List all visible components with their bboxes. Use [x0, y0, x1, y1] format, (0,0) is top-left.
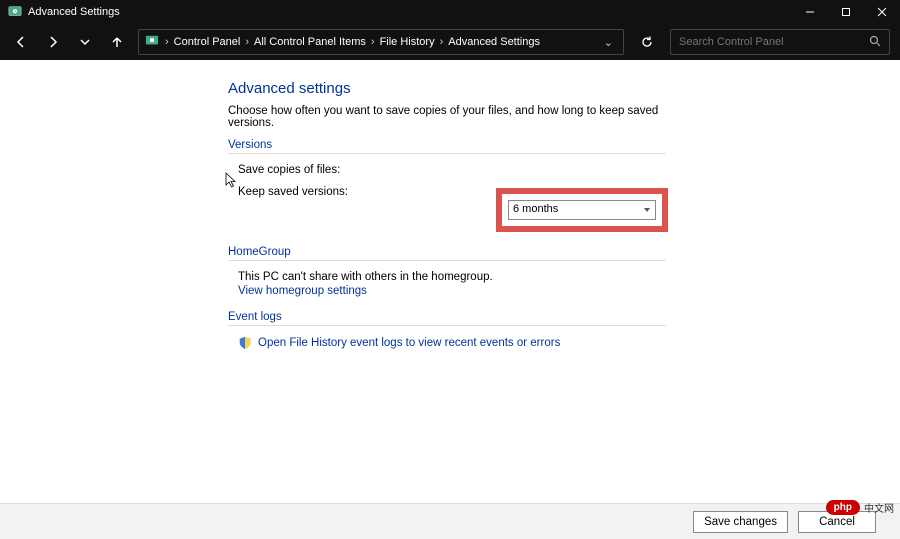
forward-button[interactable]: [42, 31, 64, 53]
back-button[interactable]: [10, 31, 32, 53]
page-heading: Advanced settings: [228, 80, 666, 97]
minimize-button[interactable]: [792, 0, 828, 24]
app-icon: [8, 5, 22, 19]
refresh-button[interactable]: [634, 29, 660, 55]
watermark: php 中文网: [826, 500, 894, 515]
shield-icon: [238, 336, 252, 350]
breadcrumb-file-history[interactable]: File History: [377, 36, 438, 48]
chevron-right-icon: ›: [369, 36, 377, 48]
section-eventlogs-label: Event logs: [228, 311, 666, 323]
watermark-badge: php: [826, 500, 860, 515]
search-input[interactable]: [679, 36, 869, 48]
view-homegroup-settings-link[interactable]: View homegroup settings: [238, 285, 666, 297]
maximize-button[interactable]: [828, 0, 864, 24]
chevron-right-icon: ›: [438, 36, 446, 48]
location-icon: [145, 34, 159, 51]
highlighted-dropdown-area: 6 months: [496, 188, 668, 232]
content-area: Advanced settings Choose how often you w…: [0, 60, 900, 503]
chevron-right-icon: ›: [243, 36, 251, 48]
navbar: › Control Panel › All Control Panel Item…: [0, 24, 900, 60]
breadcrumb-all-items[interactable]: All Control Panel Items: [251, 36, 369, 48]
homegroup-text: This PC can't share with others in the h…: [238, 271, 666, 283]
section-homegroup-label: HomeGroup: [228, 246, 666, 258]
page-description: Choose how often you want to save copies…: [228, 105, 666, 129]
divider: [228, 325, 666, 326]
footer: Save changes Cancel: [0, 503, 900, 539]
titlebar: Advanced Settings: [0, 0, 900, 24]
save-copies-label: Save copies of files:: [238, 164, 496, 176]
keep-versions-value: 6 months: [513, 203, 558, 215]
breadcrumb-control-panel[interactable]: Control Panel: [171, 36, 244, 48]
breadcrumb-advanced-settings[interactable]: Advanced Settings: [445, 36, 543, 48]
address-bar[interactable]: › Control Panel › All Control Panel Item…: [138, 29, 624, 55]
divider: [228, 260, 666, 261]
chevron-down-icon[interactable]: ⌄: [598, 36, 619, 49]
window-title: Advanced Settings: [28, 6, 120, 18]
history-dropdown-button[interactable]: [74, 31, 96, 53]
keep-versions-label: Keep saved versions:: [238, 186, 496, 198]
divider: [228, 153, 666, 154]
search-icon[interactable]: [869, 35, 881, 50]
keep-versions-select[interactable]: 6 months: [508, 200, 656, 220]
open-event-logs-link[interactable]: Open File History event logs to view rec…: [258, 337, 560, 349]
close-button[interactable]: [864, 0, 900, 24]
section-versions-label: Versions: [228, 139, 666, 151]
save-button[interactable]: Save changes: [693, 511, 788, 533]
watermark-text: 中文网: [864, 500, 894, 515]
up-button[interactable]: [106, 31, 128, 53]
chevron-right-icon: ›: [163, 36, 171, 48]
search-box[interactable]: [670, 29, 890, 55]
